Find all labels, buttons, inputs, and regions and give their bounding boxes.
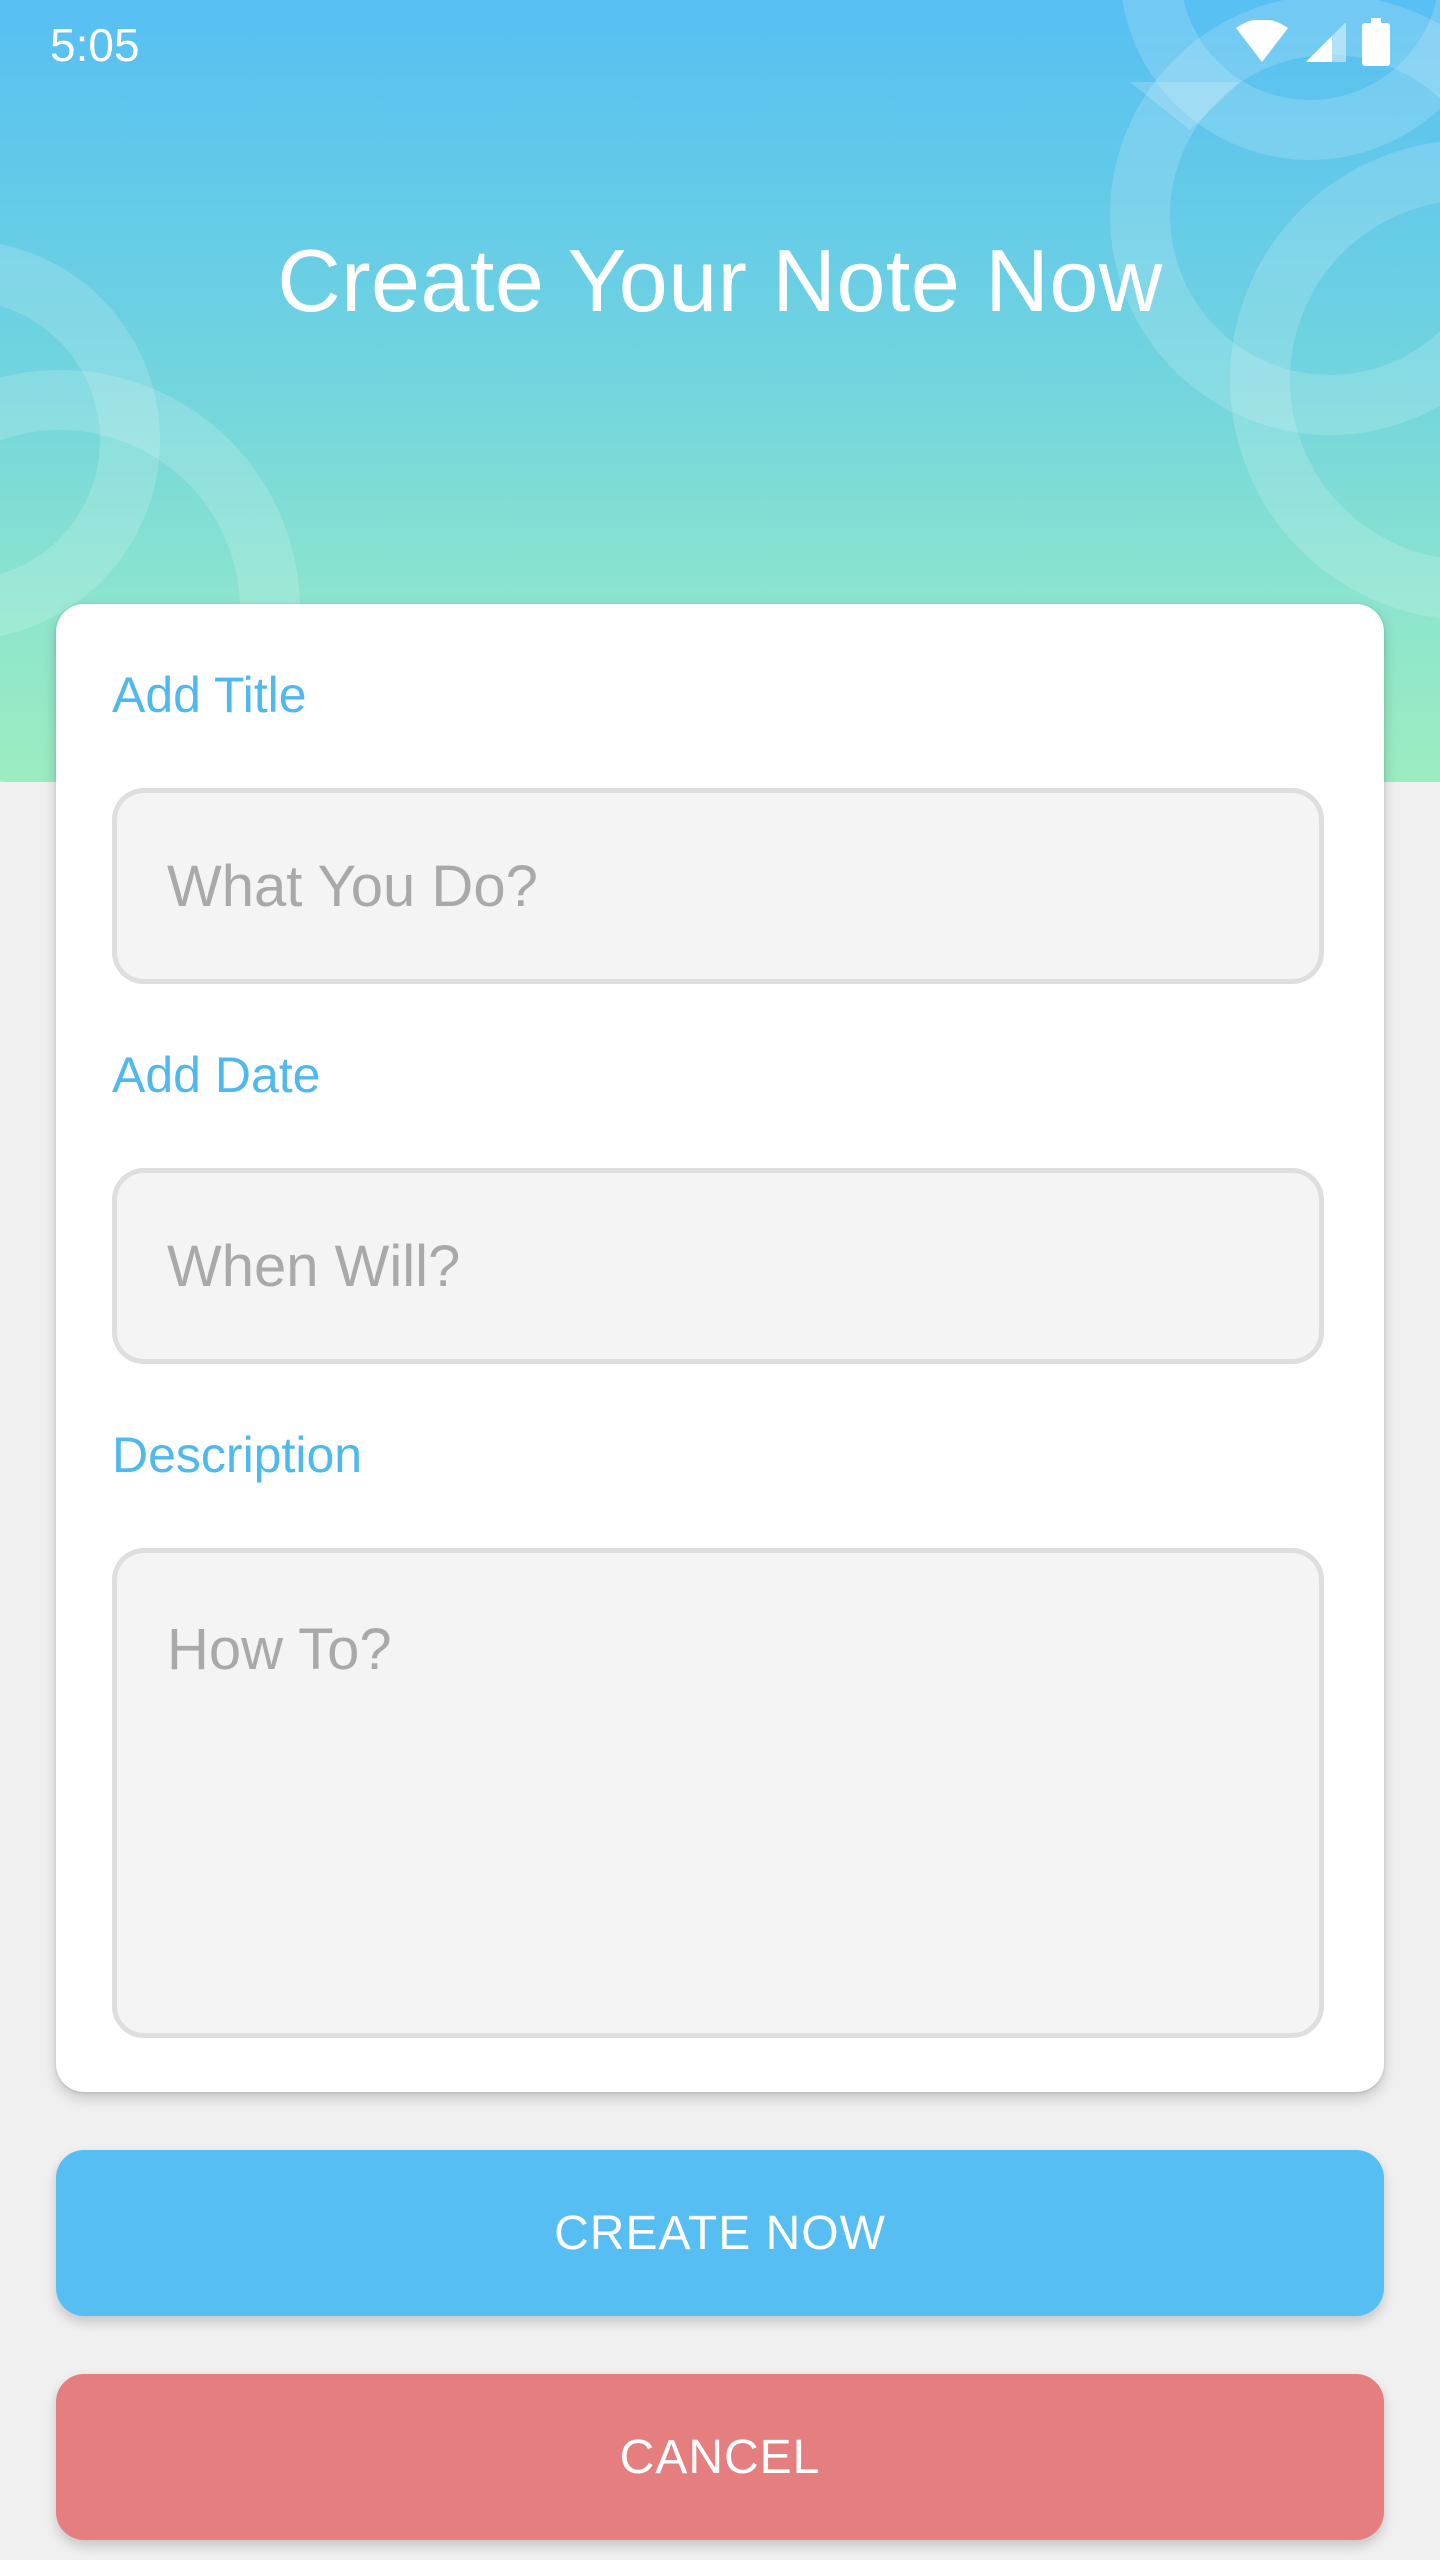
battery-icon: [1362, 18, 1390, 66]
title-label: Add Title: [112, 667, 307, 723]
date-label: Add Date: [112, 1047, 321, 1103]
status-bar: 5:05: [0, 0, 1440, 84]
note-form-card: Add Title Add Date Description: [56, 604, 1384, 2092]
description-label: Description: [112, 1427, 363, 1483]
date-input[interactable]: [112, 1168, 1324, 1364]
title-input[interactable]: [112, 788, 1324, 984]
page-title: Create Your Note Now: [277, 231, 1163, 330]
description-textarea[interactable]: [112, 1548, 1324, 2038]
wifi-icon: [1236, 20, 1288, 62]
status-icons: [1234, 18, 1390, 66]
cell-signal-icon: [1306, 22, 1346, 62]
create-now-button[interactable]: CREATE NOW: [56, 2150, 1384, 2316]
cancel-button[interactable]: CANCEL: [56, 2374, 1384, 2540]
status-time: 5:05: [50, 19, 140, 71]
